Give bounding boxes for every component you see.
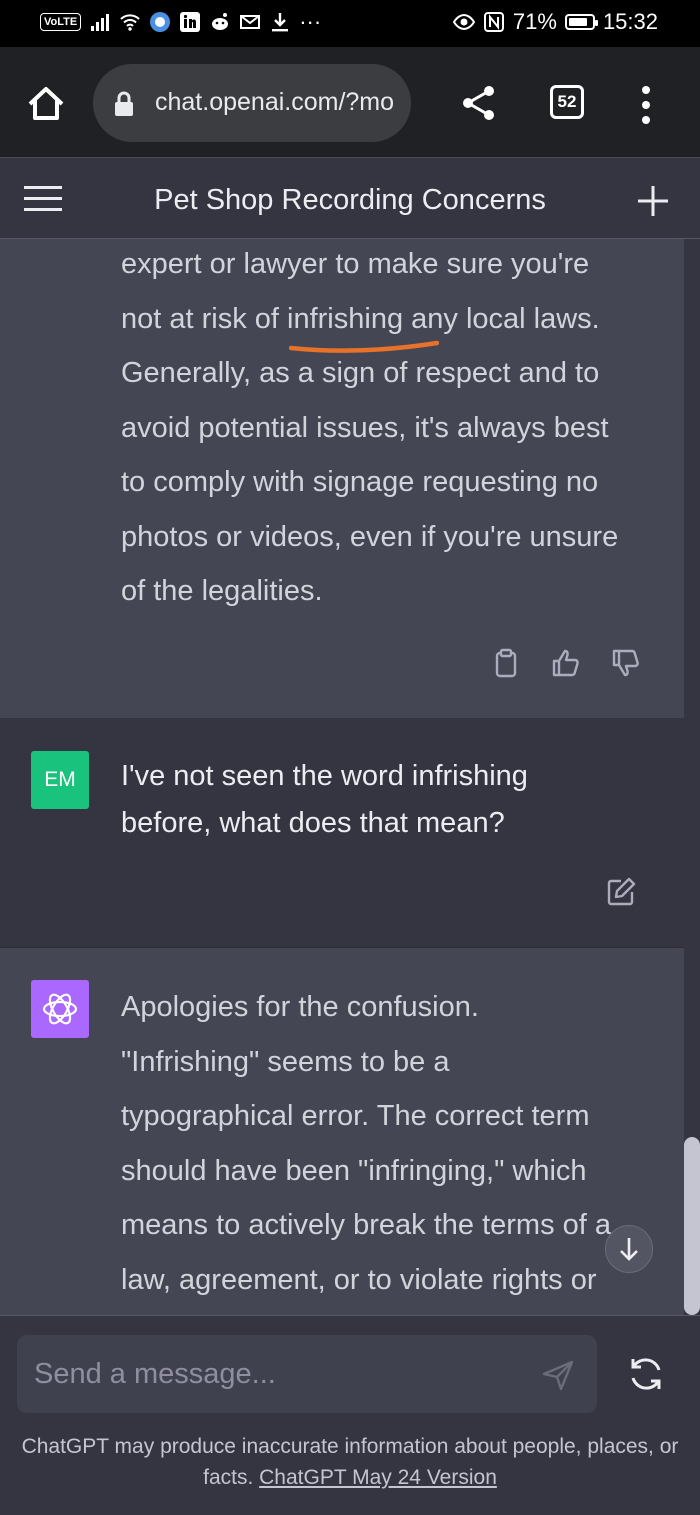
share-icon[interactable] [458,82,500,124]
status-bar: VoLTE ··· 71% 15:32 [0,0,700,47]
message-line: Apologies for the confusion. [121,991,479,1023]
message-input-box[interactable] [17,1335,597,1413]
mail-icon [239,11,261,33]
version-link[interactable]: ChatGPT May 24 Version [259,1466,497,1489]
reddit-icon [209,11,231,33]
lock-icon [113,91,135,117]
address-bar[interactable]: chat.openai.com/?model=text-davinci-002-… [93,64,411,142]
tab-switcher-button[interactable]: 52 [550,85,584,119]
home-icon[interactable] [22,80,70,128]
edit-icon[interactable] [605,876,637,908]
message-text: Apologies for the confusion. "Infrishing… [121,980,661,1307]
download-icon [269,11,291,33]
send-icon[interactable] [541,1358,575,1392]
annotation-underline [289,340,439,353]
chatgpt-avatar [31,980,89,1038]
scroll-to-bottom-button[interactable] [605,1225,653,1273]
composer-area: ChatGPT may produce inaccurate informati… [0,1315,700,1515]
message-line: of the legalities. [121,575,323,607]
message-line: typographical error. The correct term [121,1100,590,1132]
disclaimer: ChatGPT may produce inaccurate informati… [20,1431,680,1493]
signal-icon [89,11,111,33]
message-text: I've not seen the word infrishing before… [121,753,661,847]
vpn-app-icon [149,11,171,33]
message-line: means to actively break the terms of a [121,1209,611,1241]
message-line: to comply with signage requesting no [121,466,599,498]
message-line: before, what does that mean? [121,807,505,839]
regenerate-icon[interactable] [626,1354,666,1394]
more-notifications: ··· [299,9,322,34]
message-line: I've not seen the word infrishing [121,760,528,792]
message-line: avoid potential issues, it's always best [121,411,609,444]
thumbs-up-icon[interactable] [550,647,582,679]
openai-logo-icon [42,993,78,1025]
new-chat-icon[interactable] [636,184,670,218]
assistant-message: Apologies for the confusion. "Infrishing… [0,947,684,1316]
browser-toolbar: chat.openai.com/?model=text-davinci-002-… [0,47,700,157]
chat-header: Pet Shop Recording Concerns [0,157,700,239]
eye-comfort-icon [452,11,476,33]
message-line: "Infrishing" seems to be a [121,1045,450,1078]
message-line: expert or lawyer to make sure you're [121,248,590,280]
volte-indicator: VoLTE [40,13,82,31]
nfc-icon [483,11,505,33]
url-text[interactable]: chat.openai.com/?model=text-davinci-002-… [155,88,395,117]
scrollbar[interactable] [684,1137,700,1315]
clock: 15:32 [602,9,658,34]
arrow-down-icon [620,1238,638,1261]
conversation-title: Pet Shop Recording Concerns [154,184,546,216]
message-line: law, agreement, or to violate rights or [121,1263,597,1296]
user-avatar: EM [31,751,89,809]
wifi-icon [119,11,141,33]
thumbs-down-icon[interactable] [610,647,642,679]
message-line: should have been "infringing," which [121,1154,587,1187]
user-message: EM I've not seen the word infrishing bef… [0,718,684,948]
battery-icon [564,14,598,30]
message-text: expert or lawyer to make sure you're not… [121,237,661,619]
copy-icon[interactable] [490,647,522,679]
message-input[interactable] [32,1353,516,1395]
battery-percent: 71% [512,9,557,34]
browser-menu-icon[interactable] [636,83,656,127]
assistant-message: expert or lawyer to make sure you're not… [0,239,684,718]
linkedin-icon [179,11,201,33]
message-line: photos or videos, even if you're unsure [121,520,619,553]
message-actions [490,647,642,679]
